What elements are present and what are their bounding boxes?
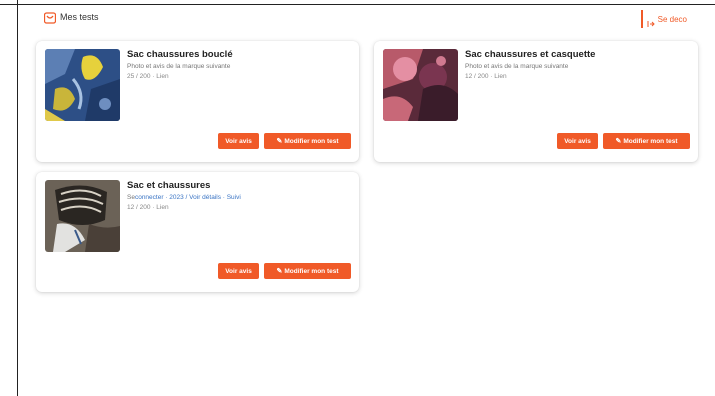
brand[interactable]: Mes tests bbox=[43, 11, 99, 24]
card-subtitle: Seconnecter · 2023 / Voir détails · Suiv… bbox=[127, 194, 351, 201]
view-reviews-button[interactable]: Voir avis bbox=[557, 133, 598, 149]
edit-icon: ✎ bbox=[276, 268, 283, 275]
view-reviews-label: Voir avis bbox=[564, 137, 591, 145]
card-subtitle-prefix: Se bbox=[127, 194, 135, 201]
edit-test-label: Modifier mon test bbox=[623, 137, 678, 145]
view-reviews-label: Voir avis bbox=[225, 267, 252, 275]
view-reviews-button[interactable]: Voir avis bbox=[218, 263, 259, 279]
card-title: Sac chaussures bouclé bbox=[127, 49, 233, 60]
page-header: Mes tests Se deco bbox=[36, 10, 696, 30]
product-image[interactable] bbox=[45, 180, 120, 252]
card-title: Sac chaussures et casquette bbox=[465, 49, 596, 60]
product-card: Sac chaussures bouclé Photo et avis de l… bbox=[36, 41, 359, 162]
view-reviews-button[interactable]: Voir avis bbox=[218, 133, 259, 149]
store-icon bbox=[43, 11, 57, 24]
card-subtitle: Photo et avis de la marque suivante bbox=[127, 63, 231, 70]
edit-test-label: Modifier mon test bbox=[284, 137, 339, 145]
edit-test-button[interactable]: ✎ Modifier mon test bbox=[264, 133, 351, 149]
view-reviews-label: Voir avis bbox=[225, 137, 252, 145]
logout-label: Se deco bbox=[657, 14, 687, 24]
edit-test-label: Modifier mon test bbox=[284, 267, 339, 275]
card-subtitle-link[interactable]: connecter · 2023 / Voir détails · Suivi bbox=[135, 194, 241, 201]
brand-label: Mes tests bbox=[60, 12, 99, 22]
card-meta: 12 / 200 · Lien bbox=[465, 73, 507, 80]
logout-button[interactable]: Se deco bbox=[640, 10, 687, 28]
card-meta: 25 / 200 · Lien bbox=[127, 73, 169, 80]
top-border bbox=[0, 4, 715, 5]
logout-icon bbox=[647, 15, 655, 27]
product-image[interactable] bbox=[383, 49, 458, 121]
card-title: Sac et chaussures bbox=[127, 180, 211, 191]
product-card: Sac et chaussures Seconnecter · 2023 / V… bbox=[36, 172, 359, 292]
edit-icon: ✎ bbox=[276, 138, 283, 145]
edit-icon: ✎ bbox=[615, 138, 622, 145]
edit-test-button[interactable]: ✎ Modifier mon test bbox=[264, 263, 351, 279]
product-card: Sac chaussures et casquette Photo et avi… bbox=[374, 41, 698, 162]
product-image[interactable] bbox=[45, 49, 120, 121]
left-border bbox=[17, 0, 18, 396]
edit-test-button[interactable]: ✎ Modifier mon test bbox=[603, 133, 690, 149]
card-meta: 12 / 200 · Lien bbox=[127, 204, 169, 211]
card-subtitle: Photo et avis de la marque suivante bbox=[465, 63, 569, 70]
